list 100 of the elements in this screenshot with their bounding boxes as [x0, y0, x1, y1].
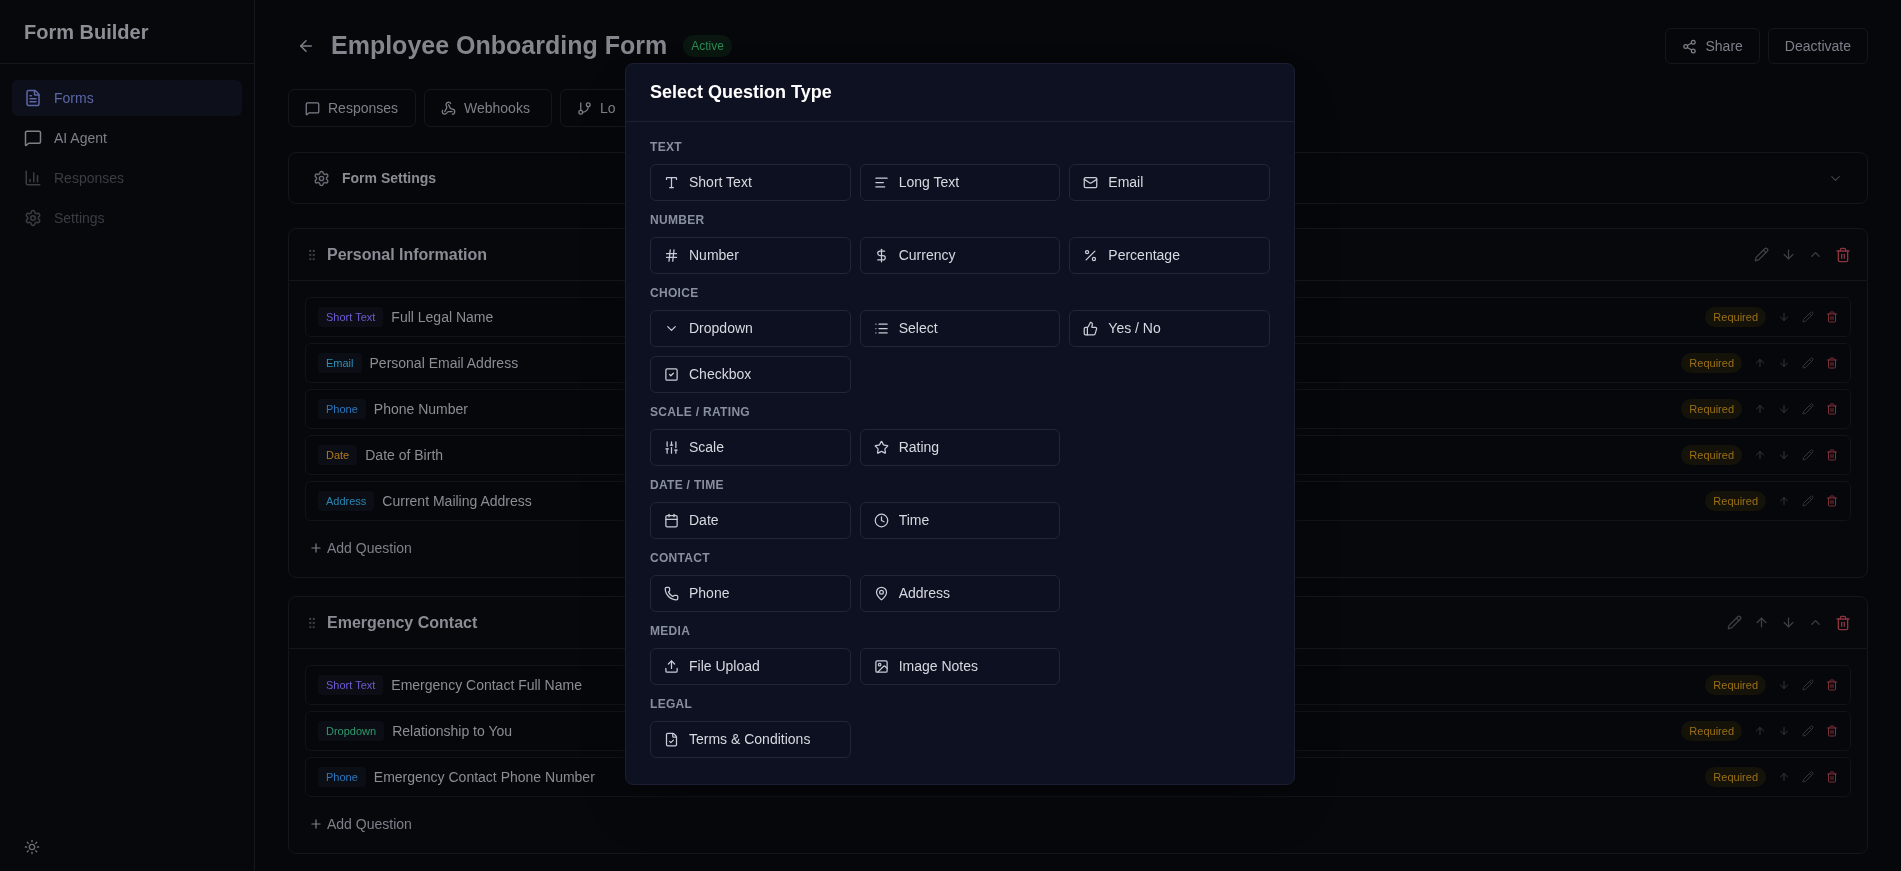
edit-icon[interactable]: [1802, 679, 1814, 691]
sidebar-item[interactable]: AI Agent: [12, 120, 242, 156]
question-type-option[interactable]: Select: [859, 310, 1061, 347]
question-type-option[interactable]: Phone: [650, 575, 851, 612]
plus-icon: [309, 541, 323, 555]
question-label: Relationship to You: [392, 721, 512, 741]
edit-icon[interactable]: [1802, 771, 1814, 783]
arrow-down-icon[interactable]: [1778, 311, 1790, 323]
question-type-option[interactable]: Currency: [859, 237, 1061, 274]
question-type-option[interactable]: Email: [1069, 164, 1270, 201]
question-type-option[interactable]: Yes / No: [1069, 310, 1270, 347]
delete-icon[interactable]: [1826, 311, 1838, 323]
group-label: CHOICE: [650, 285, 700, 302]
question-type-option[interactable]: Image Notes: [859, 648, 1061, 685]
delete-icon[interactable]: [1826, 679, 1838, 691]
calendar-icon: [664, 513, 679, 528]
question-type-option[interactable]: Checkbox: [650, 356, 851, 393]
question-type-option[interactable]: Rating: [859, 429, 1061, 466]
required-badge: Required: [1681, 720, 1742, 742]
chat-icon: [24, 129, 42, 147]
question-type-option[interactable]: Percentage: [1069, 237, 1270, 274]
arrow-up-icon[interactable]: [1778, 495, 1790, 507]
question-type-option[interactable]: Dropdown: [650, 310, 851, 347]
bar-chart-icon: [24, 169, 42, 187]
sliders-icon: [664, 440, 679, 455]
star-icon: [873, 440, 889, 455]
edit-icon[interactable]: [1802, 403, 1814, 415]
question-type-option[interactable]: Number: [650, 237, 851, 274]
group-label: NUMBER: [650, 212, 706, 229]
sidebar-item[interactable]: Forms: [12, 80, 242, 116]
edit-icon[interactable]: [1727, 615, 1742, 630]
arrow-up-icon[interactable]: [1754, 725, 1766, 737]
arrow-up-icon[interactable]: [1754, 403, 1766, 415]
question-label: Full Legal Name: [391, 307, 494, 327]
arrow-down-icon[interactable]: [1778, 449, 1790, 461]
settings-icon: [313, 169, 330, 187]
question-label: Phone Number: [373, 399, 468, 419]
edit-icon[interactable]: [1802, 357, 1814, 369]
status-badge: Active: [683, 35, 732, 57]
add-question-button[interactable]: Add Question: [305, 807, 416, 841]
required-badge: Required: [1705, 490, 1766, 512]
question-type-option[interactable]: Scale: [650, 429, 851, 466]
app-title: Form Builder: [24, 19, 149, 45]
question-type-option[interactable]: Time: [859, 502, 1061, 539]
delete-icon[interactable]: [1826, 449, 1838, 461]
question-type-option[interactable]: Long Text: [859, 164, 1061, 201]
delete-icon[interactable]: [1826, 495, 1838, 507]
arrow-down-icon[interactable]: [1778, 403, 1790, 415]
required-badge: Required: [1681, 352, 1742, 374]
delete-icon[interactable]: [1826, 725, 1838, 737]
question-type-option[interactable]: Terms & Conditions: [650, 721, 851, 758]
delete-icon[interactable]: [1826, 357, 1838, 369]
webhook-icon: [441, 100, 456, 116]
settings-title: Form Settings: [342, 168, 437, 188]
toolbar-button[interactable]: Responses: [288, 89, 416, 127]
group-label: SCALE / RATING: [650, 404, 751, 421]
branch-icon: [577, 100, 592, 116]
arrow-down-icon[interactable]: [1781, 615, 1796, 630]
delete-icon[interactable]: [1835, 614, 1851, 631]
question-type-option[interactable]: Date: [650, 502, 851, 539]
arrow-down-icon[interactable]: [1778, 679, 1790, 691]
percent-icon: [1083, 248, 1099, 263]
edit-icon[interactable]: [1754, 247, 1769, 262]
edit-icon[interactable]: [1802, 311, 1814, 323]
edit-icon[interactable]: [1802, 495, 1814, 507]
type-badge: Phone: [318, 766, 366, 788]
arrow-up-icon[interactable]: [1754, 357, 1766, 369]
delete-icon[interactable]: [1826, 771, 1838, 783]
edit-icon[interactable]: [1802, 725, 1814, 737]
question-label: Personal Email Address: [369, 353, 519, 373]
toolbar-button[interactable]: Webhooks: [424, 89, 552, 127]
add-question-button[interactable]: Add Question: [305, 531, 416, 565]
delete-icon[interactable]: [1826, 403, 1838, 415]
group-label: MEDIA: [650, 623, 692, 640]
group-label: LEGAL: [650, 696, 694, 713]
delete-icon[interactable]: [1835, 246, 1851, 263]
arrow-up-icon[interactable]: [1778, 771, 1790, 783]
header-button[interactable]: Deactivate: [1767, 28, 1868, 64]
arrow-up-icon[interactable]: [1754, 449, 1766, 461]
group-label: DATE / TIME: [650, 477, 725, 494]
hash-icon: [664, 248, 679, 263]
question-type-option[interactable]: Short Text: [650, 164, 851, 201]
question-type-option[interactable]: Address: [859, 575, 1061, 612]
share-icon: [1682, 38, 1698, 54]
theme-toggle-icon[interactable]: [24, 839, 40, 855]
form-title: Employee Onboarding Form: [331, 30, 668, 62]
arrow-down-icon[interactable]: [1778, 357, 1790, 369]
arrow-down-icon[interactable]: [1778, 725, 1790, 737]
type-badge: Dropdown: [318, 720, 385, 742]
thumbs-up-icon: [1083, 321, 1099, 336]
edit-icon[interactable]: [1802, 449, 1814, 461]
arrow-down-icon[interactable]: [1781, 247, 1796, 262]
question-type-option[interactable]: File Upload: [650, 648, 851, 685]
header-button[interactable]: Share: [1665, 28, 1760, 64]
type-badge: Short Text: [318, 306, 384, 328]
question-label: Current Mailing Address: [382, 491, 532, 511]
required-badge: Required: [1681, 444, 1742, 466]
settings-icon: [24, 209, 42, 227]
required-badge: Required: [1705, 674, 1766, 696]
document-icon: [24, 89, 42, 107]
